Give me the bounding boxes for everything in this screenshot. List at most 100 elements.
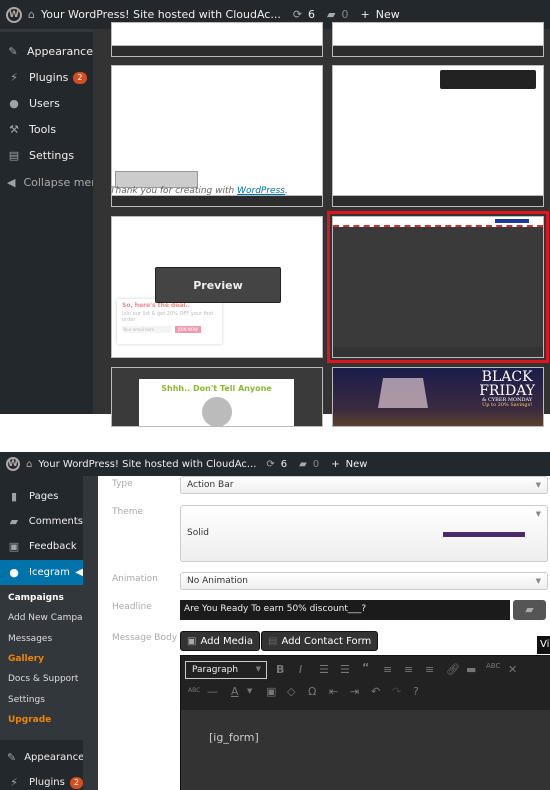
align-left-icon[interactable]: ≡: [383, 663, 392, 676]
sidebar-item-plugins[interactable]: ⚡ Plugins 2: [0, 776, 83, 789]
sidebar-item-appearance[interactable]: ✎ Appearance: [0, 45, 93, 58]
paintbrush-icon: ✎: [7, 751, 17, 764]
sidebar-item-settings[interactable]: ▤ Settings: [0, 149, 93, 162]
submenu-campaigns[interactable]: Campaigns: [8, 593, 64, 603]
theme-select[interactable]: Solid ▼: [180, 505, 548, 562]
collapse-menu[interactable]: ◀Collapse menu: [0, 176, 93, 189]
chevron-down-icon[interactable]: ▼: [247, 687, 252, 695]
submenu-upgrade[interactable]: Upgrade: [8, 715, 51, 725]
sidebar-item-comments[interactable]: ▰ Comments: [0, 515, 83, 528]
comment-icon[interactable]: ▰: [327, 8, 335, 21]
bullet-list-icon[interactable]: ☰: [319, 663, 329, 676]
bold-icon[interactable]: B: [276, 663, 284, 676]
updates-icon[interactable]: ⟳: [266, 459, 274, 470]
read-more-icon[interactable]: ▬: [466, 663, 476, 676]
toast-thumbnail: [440, 70, 536, 89]
black-friday-thumbnail: BLACK FRIDAY & CYBER MONDAY Up to 20% Sa…: [479, 369, 535, 408]
sidebar-item-appearance[interactable]: ✎ Appearance: [0, 751, 83, 764]
headline-emoji-button[interactable]: ▰: [513, 600, 546, 620]
blockquote-icon[interactable]: “: [362, 661, 369, 674]
feedback-icon: ▣: [8, 540, 20, 553]
gallery-card[interactable]: So, here's the deal.. Join our list & ge…: [111, 216, 323, 358]
format-select[interactable]: Paragraph ▼: [185, 661, 267, 679]
horizontal-line-icon[interactable]: —: [207, 685, 218, 698]
gallery-card[interactable]: [111, 22, 323, 57]
gallery-card[interactable]: BLACK FRIDAY & CYBER MONDAY Up to 20% Sa…: [332, 367, 544, 427]
site-title-link[interactable]: Your WordPress! Site hosted with CloudAc…: [38, 459, 256, 470]
updates-icon[interactable]: ⟳: [293, 8, 302, 21]
italic-icon[interactable]: I: [299, 663, 302, 676]
animation-select[interactable]: No Animation ▼: [180, 572, 548, 590]
add-contact-form-button[interactable]: ▤ Add Contact Form: [261, 631, 379, 651]
paste-text-icon[interactable]: ▣: [266, 685, 276, 698]
admin-bar: W ⌂ Your WordPress! Site hosted with Clo…: [0, 452, 550, 476]
outdent-icon[interactable]: ⇤: [329, 685, 338, 698]
comments-count[interactable]: 0: [342, 8, 349, 21]
popup-thumbnail: So, here's the deal.. Join our list & ge…: [117, 299, 222, 344]
animation-label: Animation: [112, 574, 158, 584]
align-right-icon[interactable]: ≡: [425, 663, 434, 676]
updates-count[interactable]: 6: [281, 459, 287, 470]
paintbrush-icon: ✎: [8, 45, 18, 58]
gallery-card[interactable]: Thank you for creating with WordPress.: [110, 65, 323, 207]
help-icon[interactable]: ?: [413, 685, 419, 698]
preview-button[interactable]: Preview: [155, 267, 281, 303]
plugins-badge: 2: [69, 776, 83, 789]
headline-input[interactable]: Are You Ready To earn 50% discount___?: [180, 600, 510, 620]
pages-icon: ▮: [10, 490, 18, 503]
text-color-icon[interactable]: A: [231, 685, 239, 698]
new-link[interactable]: New: [376, 8, 400, 21]
comment-icon[interactable]: ▰: [299, 459, 307, 470]
clear-format-icon[interactable]: ◇: [287, 685, 295, 698]
link-icon[interactable]: 🔗︎: [446, 663, 460, 676]
active-arrow-icon: ◀: [75, 567, 83, 578]
special-char-icon[interactable]: Ω: [308, 685, 316, 698]
site-title-link[interactable]: Your WordPress! Site hosted with CloudAc…: [41, 8, 281, 21]
updates-count[interactable]: 6: [308, 8, 315, 21]
home-icon[interactable]: ⌂: [28, 8, 35, 21]
collapse-icon: ◀: [7, 176, 16, 189]
editor-content[interactable]: [ig_form]: [209, 731, 259, 744]
theme-label: Theme: [112, 507, 144, 517]
chevron-down-icon: ▼: [255, 665, 261, 673]
gallery-card[interactable]: [332, 22, 544, 57]
submenu-messages[interactable]: Messages: [8, 634, 52, 644]
fullscreen-icon[interactable]: ✕: [508, 663, 517, 676]
plus-icon[interactable]: +: [331, 459, 339, 470]
plus-icon[interactable]: +: [361, 8, 370, 21]
home-icon[interactable]: ⌂: [26, 459, 32, 470]
settings-icon: ▤: [8, 149, 20, 162]
sidebar-item-icegram[interactable]: ● Icegram ◀: [0, 560, 83, 585]
numbered-list-icon[interactable]: ☰: [340, 663, 350, 676]
face-image: [201, 397, 232, 426]
submenu-docs-support[interactable]: Docs & Support: [8, 674, 78, 684]
media-icon: ▣: [187, 635, 197, 647]
submenu-add-new-campaign[interactable]: Add New Campaign: [8, 613, 83, 623]
indent-icon[interactable]: ⇥: [350, 685, 359, 698]
sidebar-item-feedback[interactable]: ▣ Feedback: [0, 540, 83, 553]
redo-icon[interactable]: ↷: [392, 685, 401, 698]
sidebar-item-plugins[interactable]: ⚡ Plugins 2: [0, 71, 93, 84]
strikethrough-icon[interactable]: ABC: [188, 687, 200, 694]
gallery-card-selected[interactable]: [332, 216, 544, 358]
align-center-icon[interactable]: ≡: [404, 663, 413, 676]
new-link[interactable]: New: [346, 459, 368, 470]
gallery-card[interactable]: Shhh.. Don't Tell Anyone: [111, 367, 323, 427]
type-select[interactable]: Action Bar ▼: [180, 476, 548, 494]
spellcheck-icon[interactable]: ABC: [486, 662, 500, 670]
undo-icon[interactable]: ↶: [371, 685, 380, 698]
submenu-settings[interactable]: Settings: [8, 695, 45, 705]
icegram-icon: ●: [9, 566, 19, 579]
sidebar-item-users[interactable]: ● Users: [0, 97, 93, 110]
submenu-gallery[interactable]: Gallery: [8, 654, 44, 664]
visual-tab[interactable]: Vi: [537, 636, 550, 654]
wordpress-logo-icon[interactable]: W: [6, 6, 22, 23]
bottom-screenshot: W ⌂ Your WordPress! Site hosted with Clo…: [0, 452, 550, 790]
form-icon: ▤: [268, 635, 278, 647]
add-media-button[interactable]: ▣ Add Media: [180, 631, 261, 651]
wordpress-logo-icon[interactable]: W: [6, 457, 20, 471]
sidebar-item-tools[interactable]: ⚒ Tools: [0, 123, 93, 136]
sidebar-item-pages[interactable]: ▮ Pages: [0, 490, 83, 503]
comments-count[interactable]: 0: [313, 459, 319, 470]
gallery-card[interactable]: [332, 65, 544, 207]
